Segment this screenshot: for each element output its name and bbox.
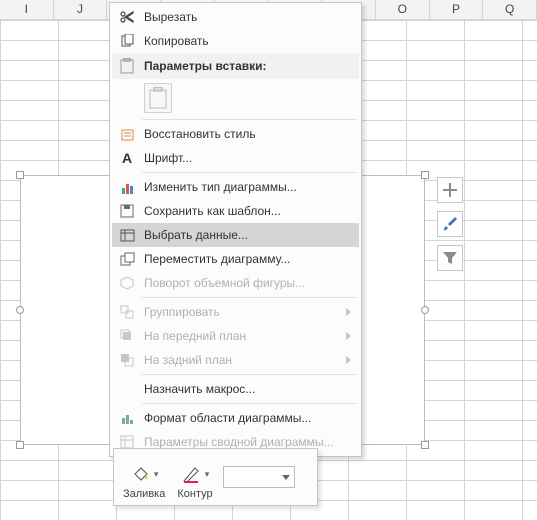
clipboard-icon	[116, 57, 138, 75]
menu-select-data[interactable]: Выбрать данные...	[112, 223, 359, 247]
menu-label: Поворот объемной фигуры...	[144, 276, 355, 290]
format-area-icon	[116, 409, 138, 427]
col-header[interactable]: I	[0, 0, 54, 19]
menu-group: Группировать	[112, 300, 359, 324]
menu-label: Сохранить как шаблон...	[144, 204, 355, 218]
menu-label: Копировать	[144, 34, 355, 48]
fill-button[interactable]: ▾ Заливка	[117, 452, 171, 502]
menu-copy[interactable]: Копировать	[112, 29, 359, 53]
menu-move-chart[interactable]: Переместить диаграмму...	[112, 247, 359, 271]
scissors-icon	[116, 8, 138, 26]
menu-label: Восстановить стиль	[144, 127, 355, 141]
menu-label: На задний план	[144, 353, 355, 367]
menu-label: На передний план	[144, 329, 355, 343]
col-header[interactable]: Q	[483, 0, 537, 19]
outline-label: Контур	[177, 488, 212, 500]
col-header[interactable]: P	[430, 0, 484, 19]
menu-label: Группировать	[144, 305, 355, 319]
separator	[142, 297, 357, 298]
funnel-icon	[443, 251, 457, 265]
color-swatch-dropdown[interactable]	[223, 466, 295, 488]
outline-button[interactable]: ▾ Контур	[171, 452, 218, 502]
paste-options-row	[112, 79, 359, 117]
menu-label: Параметры вставки:	[144, 59, 355, 73]
menu-font[interactable]: A Шрифт...	[112, 146, 359, 170]
menu-label: Вырезать	[144, 10, 355, 24]
submenu-arrow-icon	[346, 356, 351, 364]
group-icon	[116, 303, 138, 321]
bring-front-icon	[116, 327, 138, 345]
macro-icon	[116, 380, 138, 398]
menu-cut[interactable]: Вырезать	[112, 5, 359, 29]
resize-handle[interactable]	[421, 171, 429, 179]
separator	[142, 172, 357, 173]
outline-icon: ▾	[181, 460, 210, 488]
menu-rotate-3d: Поворот объемной фигуры...	[112, 271, 359, 295]
brush-icon	[442, 216, 458, 232]
menu-label: Изменить тип диаграммы...	[144, 180, 355, 194]
menu-restore-style[interactable]: Восстановить стиль	[112, 122, 359, 146]
chart-filters-button[interactable]	[437, 245, 463, 271]
clipboard-icon	[149, 87, 167, 109]
menu-assign-macro[interactable]: Назначить макрос...	[112, 377, 359, 401]
menu-label: Переместить диаграмму...	[144, 252, 355, 266]
menu-label: Шрифт...	[144, 151, 355, 165]
submenu-arrow-icon	[346, 308, 351, 316]
resize-handle[interactable]	[421, 306, 429, 314]
cube-icon	[116, 274, 138, 292]
menu-bring-front: На передний план	[112, 324, 359, 348]
menu-label: Формат области диаграммы...	[144, 411, 355, 425]
menu-save-template[interactable]: Сохранить как шаблон...	[112, 199, 359, 223]
submenu-arrow-icon	[346, 332, 351, 340]
resize-handle[interactable]	[16, 306, 24, 314]
separator	[142, 374, 357, 375]
menu-label: Назначить макрос...	[144, 382, 355, 396]
fill-label: Заливка	[123, 488, 165, 500]
separator	[142, 119, 357, 120]
resize-handle[interactable]	[16, 171, 24, 179]
send-back-icon	[116, 351, 138, 369]
col-header[interactable]: J	[54, 0, 108, 19]
col-header[interactable]: O	[376, 0, 430, 19]
fill-icon: ▾	[130, 460, 159, 488]
chart-styles-button[interactable]	[437, 211, 463, 237]
menu-label: Параметры сводной диаграммы...	[144, 435, 355, 449]
separator	[142, 403, 357, 404]
font-icon: A	[116, 149, 138, 167]
menu-send-back: На задний план	[112, 348, 359, 372]
select-data-icon	[116, 226, 138, 244]
resize-handle[interactable]	[16, 441, 24, 449]
restore-icon	[116, 125, 138, 143]
menu-change-chart-type[interactable]: Изменить тип диаграммы...	[112, 175, 359, 199]
chart-icon	[116, 178, 138, 196]
mini-toolbar: ▾ Заливка ▾ Контур	[113, 448, 318, 506]
save-template-icon	[116, 202, 138, 220]
menu-paste-header: Параметры вставки:	[112, 53, 359, 79]
plus-icon	[443, 183, 457, 197]
resize-handle[interactable]	[421, 441, 429, 449]
menu-label: Выбрать данные...	[144, 228, 355, 242]
move-chart-icon	[116, 250, 138, 268]
copy-icon	[116, 32, 138, 50]
menu-format-area[interactable]: Формат области диаграммы...	[112, 406, 359, 430]
context-menu: Вырезать Копировать Параметры вставки: В…	[109, 2, 362, 457]
chart-elements-button[interactable]	[437, 177, 463, 203]
paste-option-button[interactable]	[144, 83, 172, 113]
